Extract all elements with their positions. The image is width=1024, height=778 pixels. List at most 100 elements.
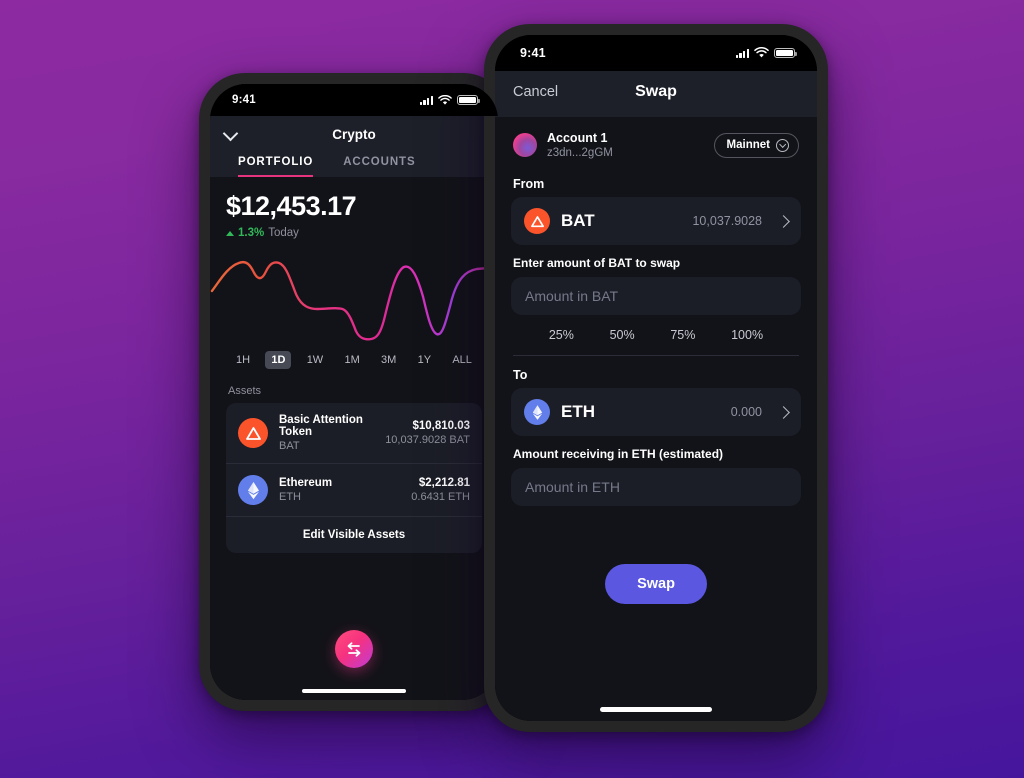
battery-icon	[457, 95, 480, 105]
chevron-right-icon	[777, 405, 790, 419]
phone-screen-swap: 9:41 Cancel Swap Account 1 z3dn...2gGM M…	[495, 35, 817, 721]
home-indicator	[302, 689, 406, 693]
asset-row-eth[interactable]: Ethereum ETH $2,212.81 0.6431 ETH	[226, 463, 482, 516]
account-row[interactable]: Account 1 z3dn...2gGM Mainnet	[511, 117, 801, 171]
range-1m[interactable]: 1M	[338, 351, 365, 369]
tab-portfolio[interactable]: PORTFOLIO	[238, 156, 314, 177]
balance-change: 1.3% Today	[226, 227, 482, 239]
status-bar: 9:41	[495, 35, 817, 71]
portfolio-header: Crypto PORTFOLIO ACCOUNTS	[210, 112, 498, 177]
phone-swap: 9:41 Cancel Swap Account 1 z3dn...2gGM M…	[484, 24, 828, 732]
from-token-symbol: BAT	[561, 211, 595, 230]
wifi-icon	[438, 94, 452, 105]
swap-submit-area: Swap	[511, 506, 801, 721]
percent-50-button[interactable]: 50%	[610, 328, 635, 342]
assets-card: Basic Attention Token BAT $10,810.03 10,…	[226, 403, 482, 553]
to-input-label: Amount receiving in ETH (estimated)	[513, 447, 724, 461]
range-1w[interactable]: 1W	[301, 351, 330, 369]
assets-section-label: Assets	[228, 385, 262, 397]
eth-coin-icon	[238, 475, 268, 505]
percent-100-button[interactable]: 100%	[731, 328, 763, 342]
swap-body: Account 1 z3dn...2gGM Mainnet From BAT 1…	[495, 117, 817, 721]
asset-name-block: Basic Attention Token BAT	[279, 414, 374, 452]
portfolio-body: $12,453.17 1.3% Today 1H 1D 1W 1M 3M 1Y …	[210, 177, 498, 700]
chart-line	[210, 260, 498, 341]
wifi-icon	[754, 47, 769, 58]
section-divider	[513, 355, 799, 356]
eth-diamond-glyph	[532, 404, 542, 420]
edit-visible-assets-button[interactable]: Edit Visible Assets	[226, 516, 482, 553]
asset-name: Ethereum	[279, 477, 333, 489]
asset-value-block: $2,212.81 0.6431 ETH	[411, 477, 470, 503]
triangle-up-icon	[226, 230, 234, 236]
eth-coin-icon	[524, 399, 550, 425]
range-1d[interactable]: 1D	[265, 351, 292, 369]
status-bar-time: 9:41	[520, 46, 546, 60]
bat-triangle-glyph	[245, 426, 261, 440]
range-1y[interactable]: 1Y	[412, 351, 437, 369]
swap-arrows-icon	[347, 641, 361, 657]
percent-75-button[interactable]: 75%	[670, 328, 695, 342]
network-label: Mainnet	[726, 139, 770, 151]
asset-row-bat[interactable]: Basic Attention Token BAT $10,810.03 10,…	[226, 403, 482, 463]
swap-screen: Cancel Swap Account 1 z3dn...2gGM Mainne…	[495, 67, 817, 721]
page-title: Crypto	[332, 126, 376, 142]
network-selector[interactable]: Mainnet	[713, 132, 799, 158]
portfolio-tabs: PORTFOLIO ACCOUNTS	[210, 150, 498, 177]
portfolio-screen: Crypto PORTFOLIO ACCOUNTS $12,453.17 1.3…	[210, 112, 498, 700]
swap-header: Cancel Swap	[495, 67, 817, 117]
asset-quantity: 0.6431 ETH	[411, 491, 470, 503]
chevron-down-circle-icon	[776, 138, 789, 152]
battery-icon	[774, 48, 797, 58]
cellular-signal-icon	[735, 48, 749, 58]
bat-coin-icon	[524, 208, 550, 234]
to-section-label: To	[513, 368, 528, 382]
change-period: Today	[268, 227, 299, 239]
asset-fiat-value: $10,810.03	[412, 420, 470, 432]
to-amount-input[interactable]: Amount in ETH	[511, 468, 801, 506]
bat-triangle-glyph	[530, 215, 544, 227]
chevron-right-icon	[777, 214, 790, 228]
from-token-balance: 10,037.9028	[692, 214, 762, 228]
percent-25-button[interactable]: 25%	[549, 328, 574, 342]
phone-portfolio: 9:41 Crypto PORTFOLIO ACCOUNTS $12,453.1…	[199, 73, 509, 711]
to-token-balance: 0.000	[730, 405, 762, 419]
asset-symbol: BAT	[279, 440, 300, 452]
to-token-symbol: ETH	[561, 402, 595, 421]
portfolio-chart	[210, 247, 498, 343]
asset-name: Basic Attention Token	[279, 414, 363, 438]
page-title: Swap	[635, 83, 677, 100]
bat-coin-icon	[238, 418, 268, 448]
from-input-label: Enter amount of BAT to swap	[513, 256, 681, 270]
swap-fab-button[interactable]	[335, 630, 373, 668]
portfolio-chart-svg	[210, 260, 498, 341]
status-bar-indicators	[419, 94, 480, 106]
asset-symbol: ETH	[279, 491, 301, 503]
to-token-selector[interactable]: ETH 0.000	[511, 388, 801, 436]
home-indicator	[600, 707, 712, 712]
asset-name-block: Ethereum ETH	[279, 477, 400, 503]
asset-fiat-value: $2,212.81	[418, 477, 470, 489]
asset-value-block: $10,810.03 10,037.9028 BAT	[385, 420, 470, 446]
eth-diamond-glyph	[247, 481, 259, 499]
account-address: z3dn...2gGM	[547, 147, 613, 159]
portfolio-title-row: Crypto	[210, 118, 498, 150]
status-bar: 9:41	[210, 84, 498, 116]
swap-submit-button[interactable]: Swap	[605, 564, 707, 604]
status-bar-indicators	[735, 47, 797, 59]
asset-quantity: 10,037.9028 BAT	[385, 434, 470, 446]
range-3m[interactable]: 3M	[375, 351, 402, 369]
status-bar-time: 9:41	[232, 94, 256, 106]
phone-screen-portfolio: 9:41 Crypto PORTFOLIO ACCOUNTS $12,453.1…	[210, 84, 498, 700]
time-range-selector: 1H 1D 1W 1M 3M 1Y ALL	[226, 343, 482, 369]
account-text-block: Account 1 z3dn...2gGM	[547, 131, 704, 159]
from-token-selector[interactable]: BAT 10,037.9028	[511, 197, 801, 245]
account-name: Account 1	[547, 131, 608, 145]
total-balance: $12,453.17	[226, 191, 357, 221]
avatar	[513, 133, 537, 157]
range-all[interactable]: ALL	[446, 351, 478, 369]
tab-accounts[interactable]: ACCOUNTS	[343, 156, 415, 177]
change-percent: 1.3%	[238, 227, 265, 239]
range-1h[interactable]: 1H	[230, 351, 256, 369]
from-amount-input[interactable]: Amount in BAT	[511, 277, 801, 315]
